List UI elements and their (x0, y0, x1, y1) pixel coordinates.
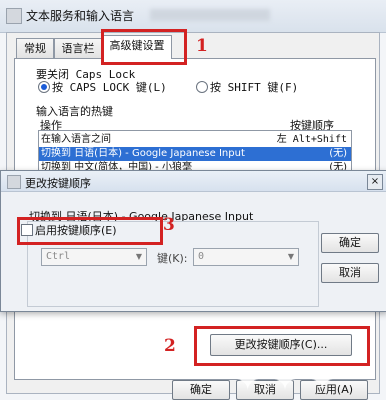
dialog-titlebar: 更改按键顺序 × (1, 171, 386, 192)
chevron-down-icon: ▼ (287, 252, 294, 261)
tab-language-bar[interactable]: 语言栏 (54, 38, 102, 59)
key-select[interactable]: 0 ▼ (193, 248, 299, 266)
change-key-sequence-button[interactable]: 更改按键顺序(C)... (210, 334, 352, 356)
dialog-title: 更改按键顺序 (25, 177, 91, 190)
modifier-value: Ctrl (46, 251, 71, 262)
capslock-option-2: 按 SHIFT 键(F) (210, 81, 299, 94)
hotkey-action: 在输入语言之间 (41, 134, 111, 145)
annotation-number-2: 2 (164, 336, 176, 356)
window-titlebar: 文本服务和输入语言 (0, 0, 386, 33)
enable-key-sequence-label: 启用按键顺序(E) (35, 224, 117, 237)
dialog-app-icon (7, 175, 21, 189)
capslock-option-1: 按 CAPS LOCK 键(L) (52, 81, 167, 94)
key-label: 键(K): (157, 252, 188, 265)
change-key-sequence-dialog: 更改按键顺序 × 切换到 日语(日本) - Google Japanese In… (0, 170, 386, 312)
key-value: 0 (198, 251, 205, 262)
blurred-title-region (150, 9, 270, 21)
modifier-select[interactable]: Ctrl ▼ (41, 248, 147, 266)
ok-button[interactable]: 确定 (172, 380, 230, 400)
chevron-down-icon: ▼ (135, 252, 142, 261)
annotation-number-3: 3 (163, 215, 175, 235)
capslock-radio-2[interactable] (196, 81, 208, 93)
list-item[interactable]: 在输入语言之间 左 Alt+Shift (39, 133, 351, 147)
dialog-ok-button[interactable]: 确定 (321, 233, 379, 253)
tab-general[interactable]: 常规 (16, 38, 54, 59)
hotkey-sequence: (无) (329, 148, 347, 159)
enable-key-sequence-checkbox[interactable] (21, 224, 33, 236)
watermark-logo: ✦ ✦ ✦ (236, 364, 336, 397)
capslock-radio-1[interactable] (38, 81, 50, 93)
annotation-number-1: 1 (196, 36, 208, 56)
window-title: 文本服务和输入语言 (26, 9, 135, 23)
hotkey-action: 切换到 日语(日本) - Google Japanese Input (41, 148, 245, 159)
hotkey-sequence: 左 Alt+Shift (276, 134, 347, 145)
dialog-close-button[interactable]: × (367, 174, 383, 190)
dialog-cancel-button[interactable]: 取消 (321, 263, 379, 283)
list-item[interactable]: 切换到 日语(日本) - Google Japanese Input (无) (39, 147, 351, 161)
annotation-box-1 (101, 29, 187, 65)
app-icon (6, 8, 22, 24)
